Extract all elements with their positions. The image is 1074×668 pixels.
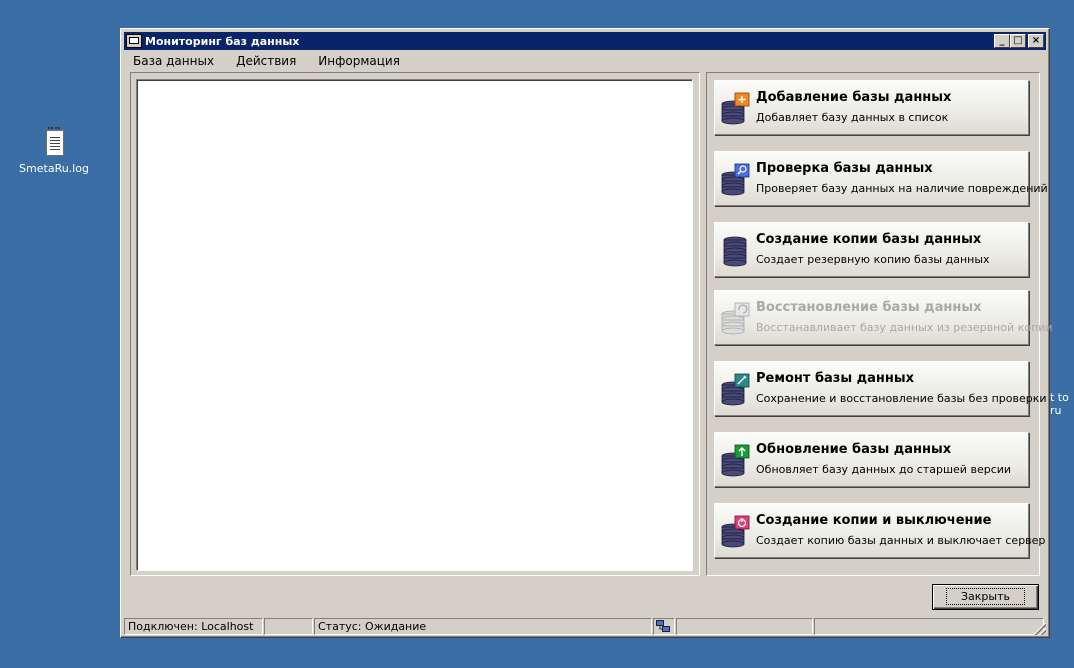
minimize-button[interactable]: _ — [994, 34, 1010, 48]
action-title: Создание копии базы данных — [756, 232, 982, 247]
status-state: Статус: Ожидание — [314, 618, 652, 635]
close-icon: × — [1031, 35, 1041, 46]
window-title: Мониторинг баз данных — [145, 34, 300, 48]
status-empty-cell — [814, 618, 1044, 635]
network-icon — [656, 620, 670, 632]
close-button[interactable]: Закрыть — [932, 584, 1039, 610]
action-title: Проверка базы данных — [756, 161, 933, 176]
action-description: Проверяет базу данных на наличие поврежд… — [756, 182, 1048, 195]
update-database-button[interactable]: Обновление базы данных Обновляет базу да… — [714, 432, 1029, 487]
action-title: Обновление базы данных — [756, 442, 952, 457]
action-description: Создает копию базы данных и выключает се… — [756, 534, 1046, 547]
status-connection: Подключен: Localhost — [124, 618, 263, 635]
database-list[interactable] — [136, 79, 693, 571]
status-empty-cell — [676, 618, 813, 635]
maximize-button[interactable]: □ — [1010, 34, 1026, 48]
action-description: Обновляет базу данных до старшей версии — [756, 463, 1012, 476]
action-title: Создание копии и выключение — [756, 513, 992, 528]
status-network-cell — [653, 618, 675, 635]
menu-bar: База данных Действия Информация — [124, 51, 1046, 70]
menu-database[interactable]: База данных — [124, 54, 223, 68]
desktop-partial-label: t to ru — [1050, 391, 1069, 417]
action-title: Добавление базы данных — [756, 90, 952, 105]
database-shutdown-icon — [721, 515, 750, 548]
database-add-icon — [721, 92, 750, 125]
main-window: Мониторинг баз данных _ □ × База данных … — [120, 28, 1053, 638]
action-description: Добавляет базу данных в список — [756, 111, 949, 124]
desktop-icon-smetaru-log[interactable]: SmetaRu.log — [18, 127, 90, 175]
database-backup-icon — [723, 236, 747, 267]
minimize-icon: _ — [999, 35, 1005, 46]
maximize-icon: □ — [1013, 35, 1023, 46]
add-database-button[interactable]: Добавление базы данных Добавляет базу да… — [714, 80, 1029, 135]
database-update-icon — [721, 444, 750, 477]
title-bar[interactable]: Мониторинг баз данных _ □ × — [124, 32, 1046, 50]
backup-database-button[interactable]: Создание копии базы данных Создает резер… — [714, 222, 1029, 277]
status-bar: Подключен: Localhost Статус: Ожидание — [124, 618, 1046, 635]
database-repair-icon — [721, 373, 750, 406]
action-title: Ремонт базы данных — [756, 371, 915, 386]
monitor-app-icon — [126, 34, 142, 48]
resize-grip-icon[interactable] — [1034, 623, 1046, 635]
check-database-button[interactable]: Проверка базы данных Проверяет базу данн… — [714, 151, 1048, 206]
action-title: Восстановление базы данных — [756, 300, 982, 315]
repair-database-button[interactable]: Ремонт базы данных Сохранение и восстано… — [714, 361, 1047, 416]
backup-and-shutdown-button[interactable]: Создание копии и выключение Создает копи… — [714, 503, 1045, 558]
database-check-icon — [721, 163, 750, 196]
action-description: Восстанавливает базу данных из резервной… — [756, 321, 1053, 334]
menu-information[interactable]: Информация — [305, 54, 409, 68]
restore-database-button[interactable]: Восстановление базы данных Восстанавлива… — [714, 290, 1053, 345]
close-window-button[interactable]: × — [1028, 34, 1044, 48]
status-empty-cell — [264, 618, 313, 635]
database-restore-icon — [721, 302, 750, 335]
menu-actions[interactable]: Действия — [223, 54, 305, 68]
action-description: Создает резервную копию базы данных — [756, 253, 990, 266]
notepad-document-icon — [44, 127, 64, 156]
desktop-icon-label: SmetaRu.log — [19, 162, 89, 175]
action-description: Сохранение и восстановление базы без про… — [756, 392, 1047, 405]
close-button-label: Закрыть — [946, 588, 1025, 605]
